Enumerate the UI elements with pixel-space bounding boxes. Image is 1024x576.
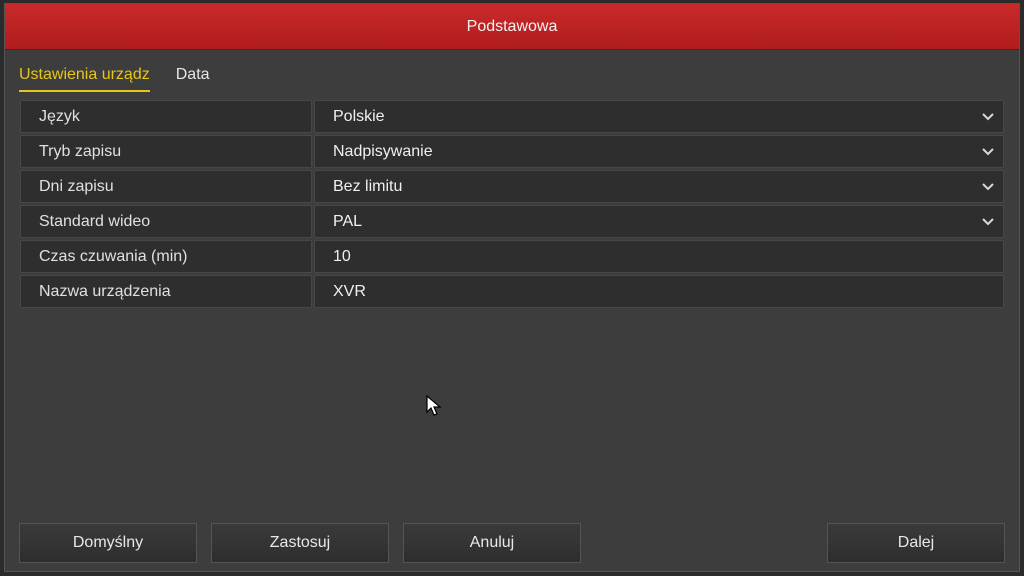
video-standard-value: PAL xyxy=(333,212,363,230)
language-label: Język xyxy=(20,100,312,133)
setting-row-device-name: Nazwa urządzenia XVR xyxy=(20,275,1004,308)
tab-device-settings[interactable]: Ustawienia urządz xyxy=(19,66,150,92)
chevron-down-icon xyxy=(981,215,995,229)
record-days-select[interactable]: Bez limitu xyxy=(314,170,1004,203)
video-standard-select[interactable]: PAL xyxy=(314,205,1004,238)
apply-button[interactable]: Zastosuj xyxy=(211,523,389,563)
device-name-label: Nazwa urządzenia xyxy=(20,275,312,308)
window-title: Podstawowa xyxy=(5,4,1019,50)
record-mode-label: Tryb zapisu xyxy=(20,135,312,168)
device-name-value: XVR xyxy=(333,282,366,300)
setting-row-video-standard: Standard wideo PAL xyxy=(20,205,1004,238)
record-days-value: Bez limitu xyxy=(333,177,403,195)
language-select[interactable]: Polskie xyxy=(314,100,1004,133)
record-days-label: Dni zapisu xyxy=(20,170,312,203)
tab-bar: Ustawienia urządz Data xyxy=(19,66,210,92)
setting-row-record-mode: Tryb zapisu Nadpisywanie xyxy=(20,135,1004,168)
chevron-down-icon xyxy=(981,180,995,194)
settings-form: Język Polskie Tryb zapisu Nadpisywanie D… xyxy=(20,100,1004,310)
default-button[interactable]: Domyślny xyxy=(19,523,197,563)
chevron-down-icon xyxy=(981,145,995,159)
standby-time-input[interactable]: 10 xyxy=(314,240,1004,273)
record-mode-value: Nadpisywanie xyxy=(333,142,433,160)
language-value: Polskie xyxy=(333,107,385,125)
standby-time-label: Czas czuwania (min) xyxy=(20,240,312,273)
setting-row-record-days: Dni zapisu Bez limitu xyxy=(20,170,1004,203)
next-button[interactable]: Dalej xyxy=(827,523,1005,563)
record-mode-select[interactable]: Nadpisywanie xyxy=(314,135,1004,168)
mouse-pointer-icon xyxy=(426,394,442,422)
device-name-input[interactable]: XVR xyxy=(314,275,1004,308)
chevron-down-icon xyxy=(981,110,995,124)
setting-row-language: Język Polskie xyxy=(20,100,1004,133)
standby-time-value: 10 xyxy=(333,247,351,265)
video-standard-label: Standard wideo xyxy=(20,205,312,238)
setting-row-standby-time: Czas czuwania (min) 10 xyxy=(20,240,1004,273)
cancel-button[interactable]: Anuluj xyxy=(403,523,581,563)
tab-date[interactable]: Data xyxy=(176,66,210,92)
settings-window: Podstawowa Ustawienia urządz Data Język … xyxy=(4,3,1020,572)
